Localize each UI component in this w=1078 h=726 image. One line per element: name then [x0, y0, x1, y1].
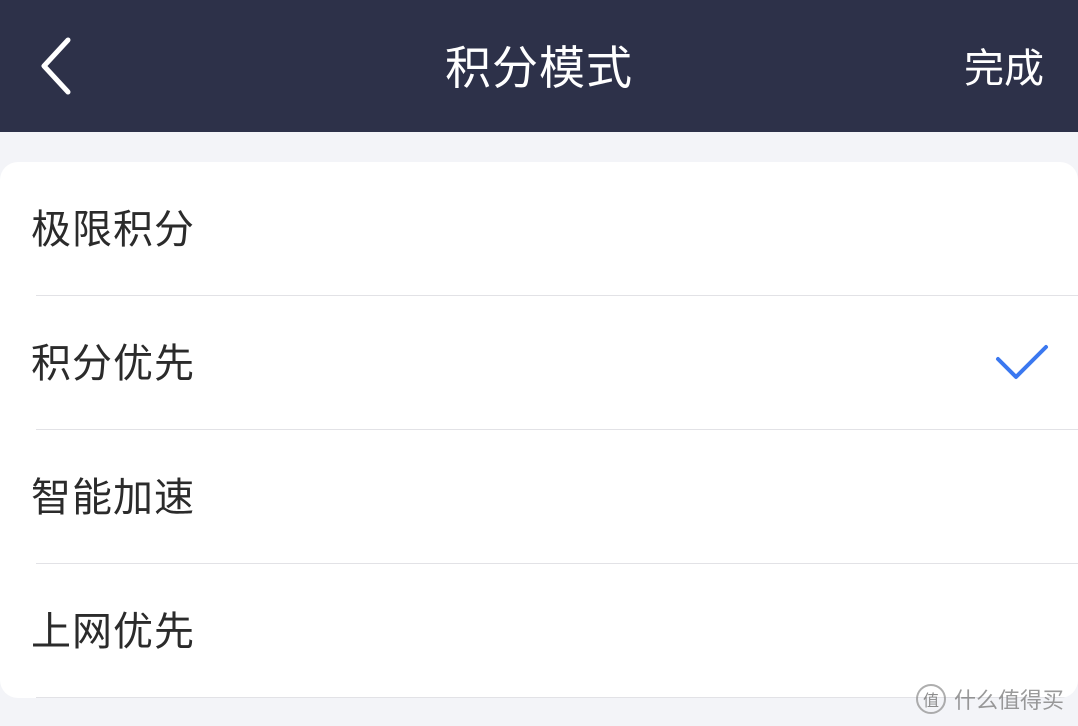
watermark-logo-icon: 值 — [915, 684, 946, 714]
done-button[interactable]: 完成 — [964, 42, 1044, 96]
watermark-text: 什么值得买 — [953, 689, 1064, 714]
option-label: 上网优先 — [31, 609, 195, 655]
option-row-smart-boost[interactable]: 智能加速 — [0, 430, 1078, 564]
mode-options-list: 极限积分 积分优先 智能加速 上网优先 — [0, 162, 1078, 698]
checkmark-icon — [994, 343, 1050, 383]
option-row-points-first[interactable]: 积分优先 — [0, 296, 1078, 430]
option-row-internet-first[interactable]: 上网优先 — [0, 564, 1078, 698]
watermark: 值 什么值得买 — [915, 682, 1064, 716]
page-title: 积分模式 — [445, 41, 633, 95]
nav-bar: 积分模式 完成 — [0, 0, 1078, 132]
option-label: 智能加速 — [31, 475, 195, 521]
option-label: 极限积分 — [31, 207, 195, 253]
option-row-extreme-points[interactable]: 极限积分 — [0, 162, 1078, 296]
option-label: 积分优先 — [31, 341, 195, 387]
